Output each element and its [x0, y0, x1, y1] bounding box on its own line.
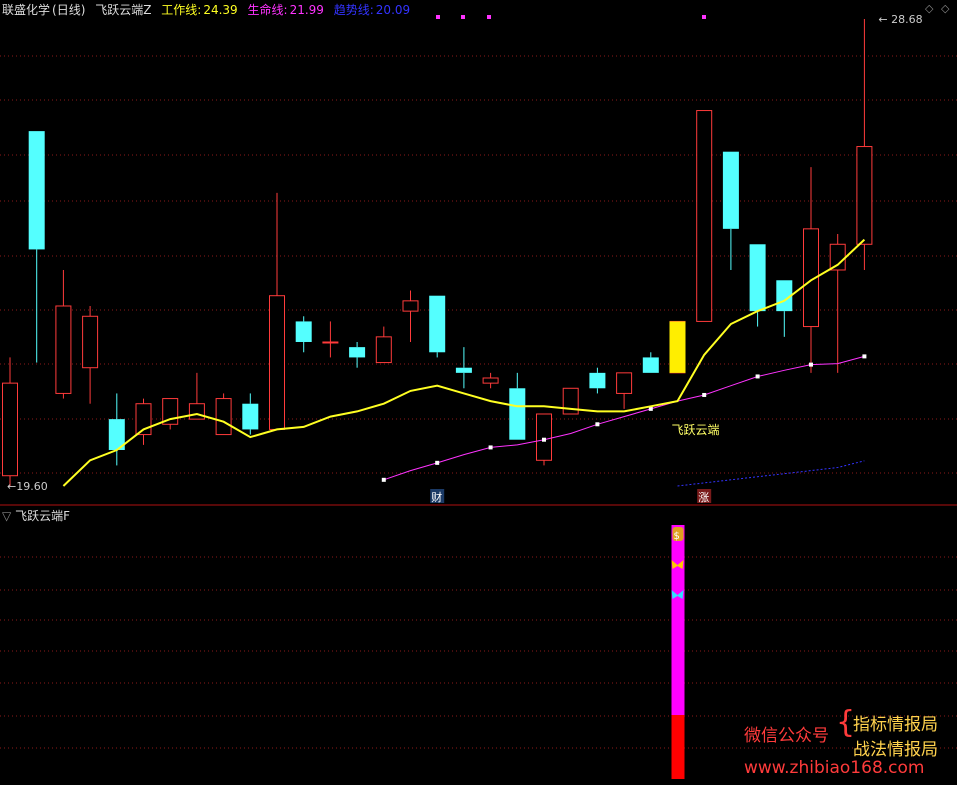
- candle-body: [402, 300, 419, 312]
- life-line-value: 21.99: [289, 3, 324, 17]
- life-line-marker: [488, 445, 493, 450]
- header-dots: [436, 15, 706, 19]
- candle-body: [856, 146, 873, 245]
- annotation-label: 涨: [698, 491, 709, 504]
- diamond-icon[interactable]: ◇: [941, 2, 949, 15]
- high-price-label: ← 28.68: [878, 13, 922, 26]
- diamond-icon[interactable]: ◇: [925, 2, 933, 15]
- candle-body: [215, 398, 232, 436]
- life-line-marker: [435, 460, 440, 465]
- signal-bar-body: [671, 525, 685, 715]
- header-dot: [702, 15, 706, 19]
- period-label: (日线): [52, 3, 86, 17]
- stock-name[interactable]: 联盛化学: [2, 3, 50, 17]
- candle-body: [696, 110, 713, 322]
- candle-body: [829, 243, 846, 271]
- life-line-marker: [755, 374, 760, 379]
- collapse-icon[interactable]: ▽: [2, 509, 11, 523]
- life-line-marker: [595, 422, 600, 427]
- life-line-marker: [702, 392, 707, 397]
- candle-body: [589, 372, 606, 389]
- candle-body: [616, 372, 633, 394]
- candle-body: [455, 367, 472, 373]
- watermark-left: 微信公众号: [744, 726, 829, 746]
- money-bag-glyph: $: [674, 531, 680, 542]
- annotation-label: 财: [431, 490, 442, 504]
- candle-body: [55, 305, 72, 394]
- signal-bar-base: [671, 715, 685, 779]
- header-dot: [461, 15, 465, 19]
- signal-annotation: 飞跃云端: [672, 423, 720, 437]
- life-line-marker: [862, 354, 867, 359]
- candle-body: [242, 403, 259, 430]
- candle-body: [349, 347, 366, 358]
- header-dot: [487, 15, 491, 19]
- candle-body: [482, 377, 499, 384]
- signal-candle: [669, 321, 686, 373]
- candle-body: [188, 403, 205, 420]
- work-line-label: 工作线:: [161, 3, 202, 17]
- header-dot: [436, 15, 440, 19]
- candle-body: [28, 131, 45, 250]
- candle-body: [322, 341, 339, 344]
- watermark-url: www.zhibiao168.com: [744, 758, 925, 778]
- low-price-label: ←19.60: [7, 480, 48, 493]
- candle-body: [536, 413, 552, 461]
- indicator-panel-title[interactable]: 飞跃云端F: [15, 509, 70, 523]
- candle-body: [82, 315, 99, 369]
- indicator-name[interactable]: 飞跃云端Z: [95, 3, 151, 17]
- chart-header: 联盛化学 (日线) 飞跃云端Z 工作线: 24.39 生命线: 21.99 趋势线: 2…: [2, 1, 416, 18]
- watermark-right2: 战法情报局: [853, 740, 938, 760]
- candle-body: [749, 244, 766, 312]
- life-line-marker: [381, 477, 386, 482]
- candle-body: [429, 295, 446, 353]
- candle-body: [509, 388, 526, 440]
- work-line-value: 24.39: [203, 3, 238, 17]
- candles-group: [2, 19, 873, 486]
- candle-body: [2, 382, 18, 477]
- candle-body: [375, 336, 392, 364]
- trend-line-value: 20.09: [375, 3, 411, 17]
- signal-bar: $: [671, 525, 685, 779]
- life-line-marker: [542, 437, 546, 442]
- trend-line-label: 趋势线:: [333, 3, 374, 17]
- candle-body: [722, 151, 739, 229]
- candle-body: [269, 295, 285, 430]
- indicator-grid: [0, 556, 957, 749]
- life-line-label: 生命线:: [247, 3, 288, 17]
- candle-body: [642, 357, 659, 373]
- watermark-right1: 指标情报局: [853, 715, 938, 735]
- kline-chart[interactable]: ← 28.68 ←19.60 飞跃云端财 涨 $: [0, 0, 957, 785]
- candle-body: [295, 321, 312, 342]
- indicator-panel-header: ▽ 飞跃云端F: [2, 507, 70, 524]
- life-line-marker: [809, 362, 813, 367]
